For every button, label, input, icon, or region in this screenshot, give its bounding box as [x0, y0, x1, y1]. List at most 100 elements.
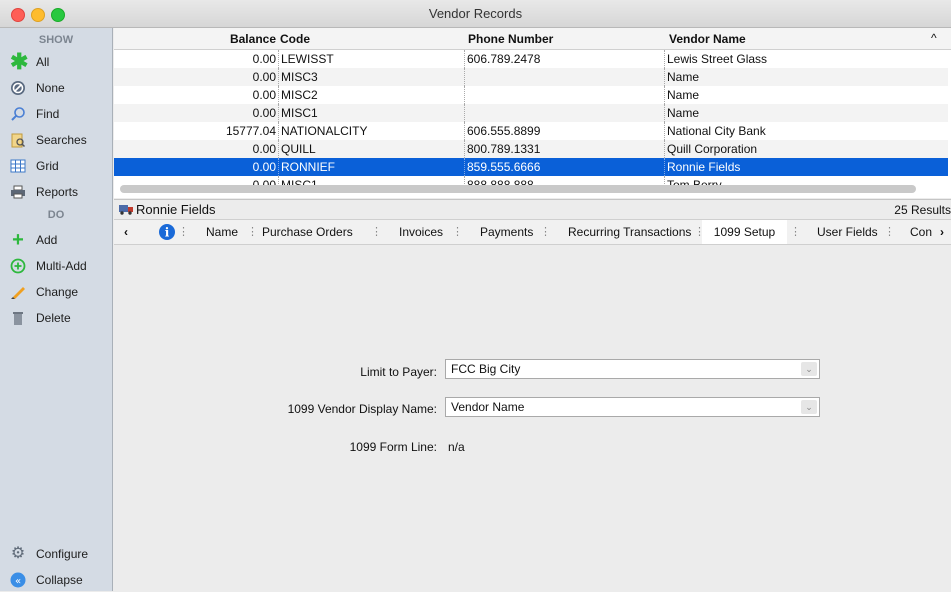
vendor-display-name-select[interactable]: Vendor Name ⌄ [445, 397, 820, 417]
cell-balance: 0.00 [252, 88, 276, 102]
vendor-display-name-value: Vendor Name [451, 400, 525, 414]
cell-code: MISC1 [278, 104, 318, 122]
collapse-icon: « [10, 572, 26, 588]
tab-bar: ‹ i ⋮ Name ⋮ Purchase Orders ⋮ Invoices … [114, 219, 951, 245]
cell-phone [464, 86, 470, 104]
printer-icon [10, 184, 26, 200]
minimize-window-button[interactable] [31, 8, 45, 22]
form-line-value: n/a [448, 440, 465, 454]
pencil-icon [10, 284, 26, 300]
table-row[interactable]: 0.00 LEWISST 606.789.2478 Lewis Street G… [114, 50, 948, 68]
limit-to-payer-select[interactable]: FCC Big City ⌄ [445, 359, 820, 379]
sidebar-item-label: All [36, 55, 50, 69]
plus-icon: + [12, 229, 24, 251]
tab-panel-1099-setup: Limit to Payer: FCC Big City ⌄ 1099 Vend… [114, 245, 951, 591]
cell-phone [464, 68, 470, 86]
cell-code: RONNIEF [278, 158, 335, 176]
zoom-window-button[interactable] [51, 8, 65, 22]
tab-scroll-right-icon[interactable]: › [940, 220, 944, 244]
table-row[interactable]: 0.00 MISC1 Name [114, 104, 948, 122]
limit-to-payer-label: Limit to Payer: [360, 365, 437, 379]
sidebar-item-none[interactable]: None [0, 76, 112, 100]
cell-code: MISC3 [278, 68, 318, 86]
cell-code: LEWISST [278, 50, 334, 68]
sort-indicator-icon[interactable]: ^ [931, 31, 937, 45]
cell-balance: 0.00 [252, 142, 276, 156]
sidebar-item-all[interactable]: ✱ All [0, 50, 112, 74]
tab-1099-setup[interactable]: 1099 Setup [702, 220, 787, 244]
cell-phone: 606.555.8899 [464, 122, 540, 140]
close-window-button[interactable] [11, 8, 25, 22]
do-header: DO [47, 209, 65, 221]
gear-icon: ⚙ [10, 545, 26, 562]
sidebar-item-searches[interactable]: Searches [0, 128, 112, 152]
cell-code: MISC2 [278, 86, 318, 104]
cell-vendor-name: National City Bank [664, 122, 766, 140]
tab-purchase-orders[interactable]: Purchase Orders [262, 220, 353, 244]
tab-recurring-transactions[interactable]: Recurring Transactions [568, 220, 691, 244]
column-header-vendor-name[interactable]: Vendor Name [669, 32, 746, 46]
tab-invoices[interactable]: Invoices [399, 220, 443, 244]
sidebar-item-reports[interactable]: Reports [0, 180, 112, 204]
grid-header: Balance Code Phone Number Vendor Name ^ [114, 28, 951, 50]
sidebar-item-label: Add [36, 233, 58, 247]
cell-phone: 606.789.2478 [464, 50, 540, 68]
tab-scroll-left-icon[interactable]: ‹ [124, 220, 128, 244]
multi-add-icon [10, 258, 26, 274]
cell-balance: 0.00 [252, 160, 276, 174]
column-header-code[interactable]: Code [280, 32, 310, 46]
cell-balance: 0.00 [252, 52, 276, 66]
table-row-selected[interactable]: 0.00 RONNIEF 859.555.6666 Ronnie Fields [114, 158, 948, 176]
asterisk-icon: ✱ [10, 49, 29, 74]
sidebar-item-multi-add[interactable]: Multi-Add [0, 254, 112, 278]
sidebar-item-label: Configure [36, 547, 89, 561]
sidebar-item-configure[interactable]: ⚙ Configure [0, 542, 112, 566]
sidebar-item-label: Collapse [36, 573, 83, 587]
sidebar: SHOW ✱ All None Find Searches Grid Repor… [0, 28, 113, 591]
cell-code: NATIONALCITY [278, 122, 367, 140]
record-title: Ronnie Fields [136, 202, 216, 217]
sidebar-item-find[interactable]: Find [0, 102, 112, 126]
cell-balance: 15777.04 [225, 124, 276, 138]
cell-vendor-name: Name [664, 104, 699, 122]
cell-vendor-name: Ronnie Fields [664, 158, 740, 176]
trash-icon [10, 310, 26, 326]
sidebar-item-label: Multi-Add [36, 259, 87, 273]
grid-icon [10, 158, 26, 174]
info-icon[interactable]: i [158, 223, 176, 241]
tab-user-fields[interactable]: User Fields [817, 220, 878, 244]
tab-con[interactable]: Con [910, 220, 932, 244]
sidebar-item-grid[interactable]: Grid [0, 154, 112, 178]
sidebar-item-label: Reports [36, 185, 79, 199]
cell-phone: 800.789.1331 [464, 140, 540, 158]
chevron-down-icon: ⌄ [801, 400, 817, 414]
table-row[interactable]: 0.00 QUILL 800.789.1331 Quill Corporatio… [114, 140, 948, 158]
sidebar-item-delete[interactable]: Delete [0, 306, 112, 330]
horizontal-scrollbar[interactable] [120, 185, 916, 193]
cell-phone: 859.555.6666 [464, 158, 540, 176]
sidebar-item-label: Find [36, 107, 60, 121]
table-row[interactable]: 0.00 MISC3 Name [114, 68, 948, 86]
sidebar-item-collapse[interactable]: « Collapse [0, 568, 112, 592]
cell-vendor-name: Quill Corporation [664, 140, 757, 158]
table-row[interactable]: 15777.04 NATIONALCITY 606.555.8899 Natio… [114, 122, 948, 140]
vendor-grid[interactable]: Balance Code Phone Number Vendor Name ^ … [114, 28, 951, 198]
sidebar-item-add[interactable]: + Add [0, 228, 112, 252]
column-header-phone[interactable]: Phone Number [468, 32, 553, 46]
cell-balance: 0.00 [252, 70, 276, 84]
sidebar-item-label: Change [36, 285, 79, 299]
chevron-down-icon: ⌄ [801, 362, 817, 376]
tab-payments[interactable]: Payments [480, 220, 533, 244]
table-row[interactable]: 0.00 MISC2 Name [114, 86, 948, 104]
cell-vendor-name: Name [664, 68, 699, 86]
sidebar-item-label: Grid [36, 159, 59, 173]
none-circle-icon [10, 80, 26, 96]
form-line-label: 1099 Form Line: [349, 440, 437, 454]
svg-text:i: i [165, 226, 170, 240]
tab-name[interactable]: Name [206, 220, 238, 244]
truck-icon [119, 205, 133, 215]
sidebar-item-change[interactable]: Change [0, 280, 112, 304]
results-count: 25 Results [894, 203, 951, 217]
title-bar: Vendor Records [0, 0, 951, 28]
column-header-balance[interactable]: Balance [114, 32, 276, 46]
